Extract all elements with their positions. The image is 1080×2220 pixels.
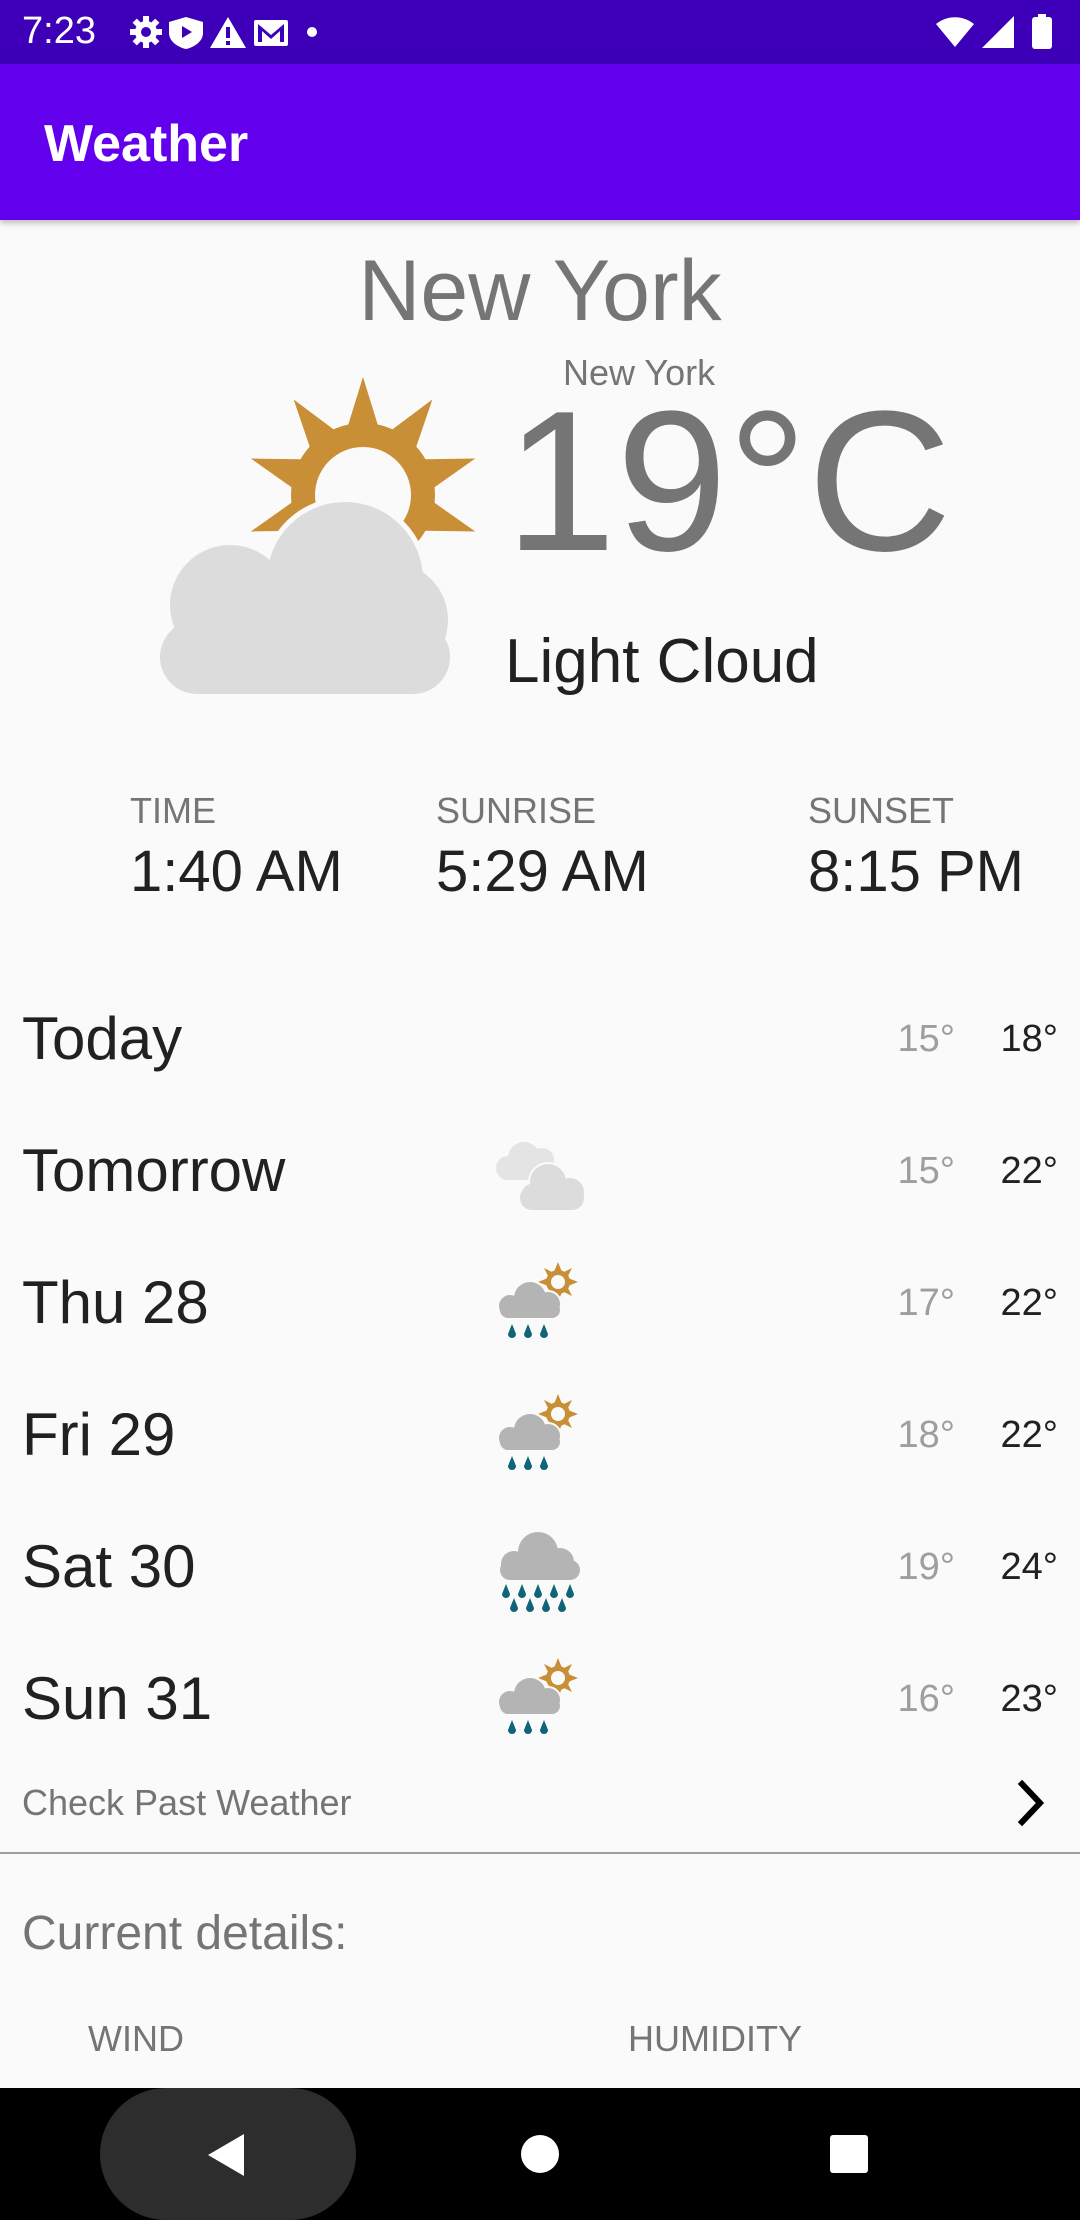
forecast-high: 22° <box>1000 1414 1058 1456</box>
forecast-row-today[interactable]: Today 15° 18° <box>0 970 1080 1102</box>
forecast-high: 22° <box>1000 1282 1058 1324</box>
sunrise-value: 5:29 AM <box>436 839 649 904</box>
forecast-low: 17° <box>897 1282 955 1324</box>
wifi-icon <box>936 17 974 47</box>
forecast-low: 15° <box>897 1018 955 1060</box>
sunrise-block: SUNRISE 5:29 AM <box>436 790 649 905</box>
forecast-row-fri[interactable]: Fri 29 18° 22° <box>0 1366 1080 1498</box>
forecast-row-sun[interactable]: Sun 31 16° 23° <box>0 1630 1080 1762</box>
forecast-day: Sat 30 <box>22 1533 196 1600</box>
wind-label: WIND <box>88 2018 184 2059</box>
home-button[interactable] <box>520 2134 560 2174</box>
time-label: TIME <box>130 790 216 831</box>
check-past-weather-link[interactable]: Check Past Weather <box>0 1760 1080 1854</box>
showers-icon <box>499 1658 578 1734</box>
back-button[interactable] <box>100 2088 356 2220</box>
forecast-day: Sun 31 <box>22 1665 213 1732</box>
battery-icon <box>1032 14 1052 49</box>
sunrise-label: SUNRISE <box>436 790 597 831</box>
navigation-bar <box>0 2088 1080 2220</box>
dot-icon <box>307 27 317 37</box>
time-block: TIME 1:40 AM <box>130 790 343 905</box>
cell-signal-icon <box>982 16 1014 48</box>
heavy-rain-icon <box>500 1532 580 1612</box>
past-weather-label: Check Past Weather <box>22 1782 352 1823</box>
sunset-block: SUNSET 8:15 PM <box>808 790 1024 905</box>
sunset-label: SUNSET <box>808 790 955 831</box>
back-icon <box>208 2134 244 2176</box>
showers-icon <box>499 1262 578 1338</box>
chevron-right-icon <box>1017 1779 1045 1827</box>
gmail-icon <box>254 20 288 46</box>
shield-icon <box>169 17 203 49</box>
forecast-high: 22° <box>1000 1150 1058 1192</box>
heavy-cloud-icon <box>496 1142 586 1210</box>
weather-condition: Light Cloud <box>505 627 819 696</box>
forecast-high: 23° <box>1000 1678 1058 1720</box>
showers-icon <box>499 1394 578 1470</box>
forecast-row-thu[interactable]: Thu 28 17° 22° <box>0 1234 1080 1366</box>
forecast-high: 24° <box>1000 1546 1058 1588</box>
time-value: 1:40 AM <box>130 839 343 904</box>
forecast-low: 15° <box>897 1150 955 1192</box>
app-title: Weather <box>44 115 249 173</box>
forecast-row-tomorrow[interactable]: Tomorrow 15° 22° <box>0 1102 1080 1234</box>
sunset-value: 8:15 PM <box>808 839 1024 904</box>
light-cloud-icon <box>160 377 476 694</box>
forecast-day: Today <box>22 1005 183 1072</box>
city-name: New York <box>358 243 722 339</box>
weather-content[interactable]: New York New York 19°C Light Cloud TIME … <box>0 220 1080 2088</box>
forecast-day: Fri 29 <box>22 1401 176 1468</box>
status-time: 7:23 <box>22 10 96 52</box>
status-bar: 7:23 <box>0 0 1080 64</box>
forecast-low: 19° <box>897 1546 955 1588</box>
forecast-row-sat[interactable]: Sat 30 19° 24° <box>0 1498 1080 1630</box>
forecast-high: 18° <box>1000 1018 1058 1060</box>
forecast-day: Tomorrow <box>22 1137 286 1204</box>
forecast-low: 16° <box>897 1678 955 1720</box>
forecast-low: 18° <box>897 1414 955 1456</box>
app-bar: Weather <box>0 64 1080 220</box>
details-title: Current details: <box>22 1907 348 1960</box>
status-icons-left <box>130 16 317 49</box>
warning-icon <box>210 17 246 48</box>
humidity-label: HUMIDITY <box>628 2018 802 2059</box>
status-icons-right <box>936 14 1052 49</box>
recents-button[interactable] <box>829 2134 869 2174</box>
forecast-day: Thu 28 <box>22 1269 209 1336</box>
gear-icon <box>130 16 162 48</box>
current-temperature: 19°C <box>505 370 952 593</box>
